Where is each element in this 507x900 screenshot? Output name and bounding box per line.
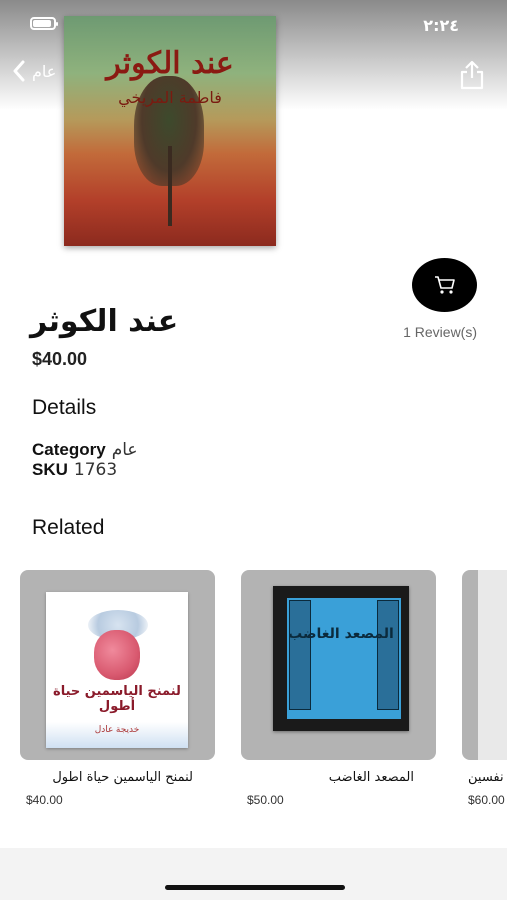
cover-title: المصعد الغاضب <box>288 626 394 642</box>
related-product-price: $50.00 <box>247 793 284 807</box>
category-value: عام <box>111 440 138 460</box>
related-product-card[interactable]: لنمنح الياسمين حياة أطول خديجة عادل لنمن… <box>20 570 215 807</box>
product-price: $40.00 <box>32 349 88 369</box>
book-cover-image <box>478 570 507 760</box>
related-product-name: المصعد الغاضب <box>328 770 414 785</box>
cover-author: خديجة عادل <box>94 724 140 734</box>
related-product-name: لنمنح الياسمين حياة اطول <box>52 770 193 785</box>
battery-icon <box>30 17 58 30</box>
share-icon <box>460 60 484 90</box>
book-cover-image: لنمنح الياسمين حياة أطول خديجة عادل <box>46 592 188 748</box>
details-heading: Details <box>32 396 97 419</box>
category-label: Category <box>32 440 106 459</box>
related-products-carousel[interactable]: لنمنح الياسمين حياة أطول خديجة عادل لنمن… <box>20 570 507 810</box>
category-row: Category عام <box>32 440 138 460</box>
chevron-left-icon <box>13 60 25 82</box>
related-product-card[interactable]: نفسين $60.00 <box>462 570 507 807</box>
cart-icon <box>434 276 455 294</box>
related-product-price: $40.00 <box>26 793 63 807</box>
related-product-image[interactable]: المصعد الغاضب <box>241 570 436 760</box>
cover-title: لنمنح الياسمين حياة أطول <box>53 684 181 714</box>
related-product-price: $60.00 <box>468 793 505 807</box>
related-product-name: نفسين <box>468 770 504 785</box>
related-heading: Related <box>32 516 105 539</box>
related-product-card[interactable]: المصعد الغاضب المصعد الغاضب $50.00 <box>241 570 436 807</box>
product-title: عند الكوثر <box>30 304 179 339</box>
related-product-image[interactable]: لنمنح الياسمين حياة أطول خديجة عادل <box>20 570 215 760</box>
home-indicator[interactable] <box>165 885 345 890</box>
share-button[interactable] <box>459 60 485 90</box>
sku-row: SKU 1763 <box>32 460 117 480</box>
heart-illustration <box>94 630 140 680</box>
sku-value: 1763 <box>73 460 118 480</box>
back-label: عام <box>32 61 57 81</box>
status-time: ٢:٢٤ <box>423 16 459 35</box>
bottom-bar <box>0 848 507 900</box>
related-product-image[interactable] <box>462 570 507 760</box>
back-button[interactable]: عام <box>12 60 56 82</box>
book-cover-image: المصعد الغاضب <box>273 586 409 731</box>
add-to-cart-button[interactable] <box>412 258 477 312</box>
book-cover-image: عند الكوثر فاطمة المريخي <box>64 16 276 246</box>
navigation-bar: عام <box>0 58 507 94</box>
sku-label: SKU <box>32 460 68 479</box>
reviews-count-link[interactable]: 1 Review(s) <box>403 324 477 340</box>
